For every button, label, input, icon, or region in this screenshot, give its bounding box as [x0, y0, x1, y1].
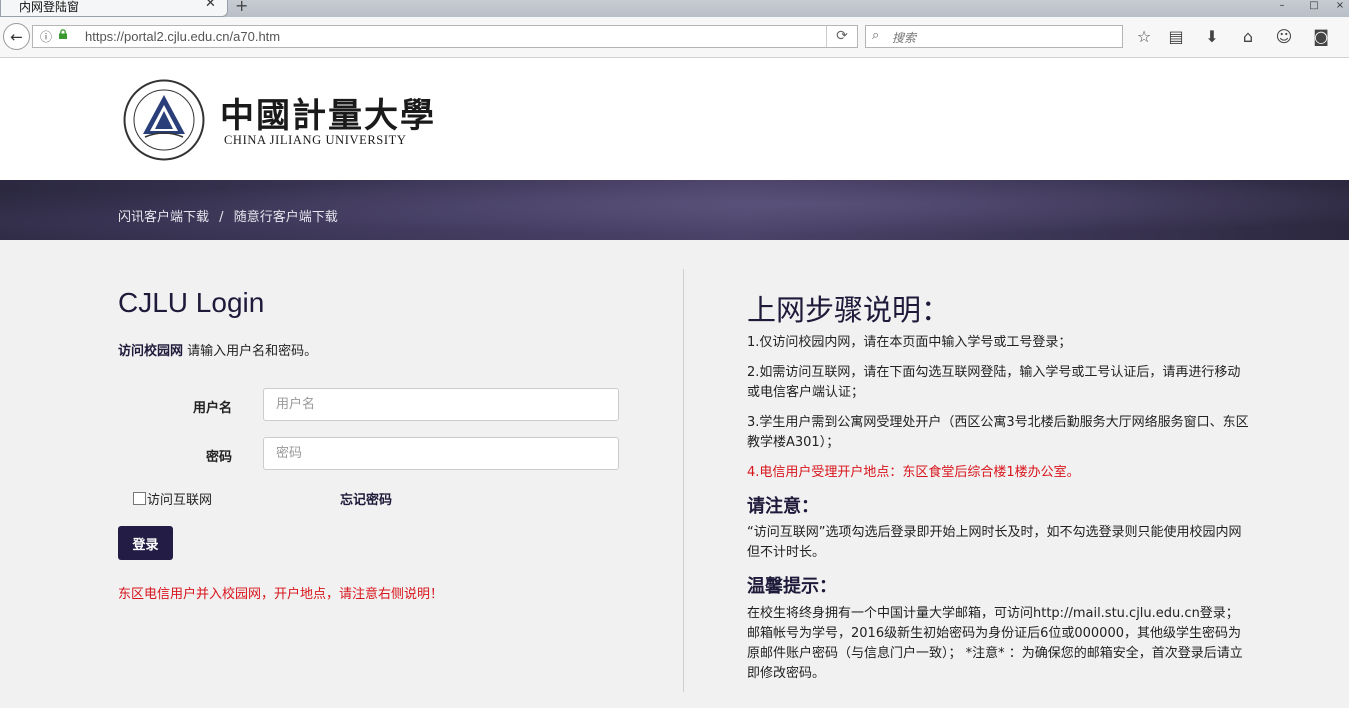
- maximize-icon[interactable]: □: [1300, 0, 1328, 11]
- browser-tabstrip: 内网登陆窗 ✕ + – □ ×: [0, 0, 1349, 17]
- browser-navbar: ← ⓘ https://portal2.cjlu.edu.cn/a70.htm …: [0, 17, 1349, 58]
- login-title: CJLU Login: [118, 287, 265, 318]
- home-icon[interactable]: ⌂: [1237, 26, 1259, 48]
- username-label: 用户名: [192, 401, 232, 416]
- notice-title: 请注意：: [747, 496, 819, 517]
- search-input[interactable]: [890, 27, 1122, 48]
- internet-checkbox-label[interactable]: 访问互联网: [147, 493, 212, 508]
- instructions-title: 上网步骤说明：: [747, 293, 951, 327]
- tab-title: 内网登陆窗: [19, 0, 80, 14]
- site-info-icon[interactable]: ⓘ: [40, 28, 52, 45]
- window-close-icon[interactable]: ×: [1326, 0, 1349, 11]
- url-bar[interactable]: ⓘ https://portal2.cjlu.edu.cn/a70.htm ⟳: [32, 25, 858, 48]
- download-banner: 闪讯客户端下载 / 随意行客户端下载: [0, 180, 1349, 240]
- login-subtitle-bold: 访问校园网: [118, 344, 184, 359]
- login-note: 东区电信用户并入校园网，开户地点，请注意右侧说明！: [118, 587, 444, 602]
- back-button[interactable]: ←: [3, 23, 30, 50]
- download-icon[interactable]: ⬇: [1201, 26, 1223, 48]
- logo-english-name: CHINA JILIANG UNIVERSITY: [224, 133, 407, 147]
- step-1: 1.仅访问校园内网，请在本页面中输入学号或工号登录；: [747, 335, 1072, 350]
- login-subtitle-text: 请输入用户名和密码。: [183, 344, 318, 359]
- chat-icon[interactable]: ☺: [1273, 26, 1295, 48]
- pocket-icon[interactable]: ◙: [1310, 26, 1332, 48]
- column-divider: [683, 269, 684, 692]
- logo-chinese-name: 中國計量大學: [220, 96, 436, 136]
- internet-checkbox[interactable]: [133, 492, 146, 505]
- search-icon: ⌕: [872, 28, 880, 43]
- banner-separator: /: [219, 210, 224, 225]
- browser-tab[interactable]: 内网登陆窗 ✕: [0, 0, 228, 17]
- url-text: https://portal2.cjlu.edu.cn/a70.htm: [85, 29, 281, 44]
- bookmark-star-icon[interactable]: ☆: [1133, 26, 1155, 48]
- tips-title: 温馨提示：: [747, 576, 837, 597]
- suiyixing-client-download-link[interactable]: 随意行客户端下载: [234, 210, 338, 225]
- forgot-password-link[interactable]: 忘记密码: [340, 489, 392, 508]
- username-input[interactable]: [263, 388, 619, 421]
- minimize-icon[interactable]: –: [1268, 0, 1296, 11]
- login-button[interactable]: 登录: [118, 526, 173, 560]
- search-bar[interactable]: ⌕: [865, 25, 1123, 48]
- close-tab-icon[interactable]: ✕: [205, 0, 216, 11]
- site-header: 中國計量大學 CHINA JILIANG UNIVERSITY: [0, 58, 1349, 180]
- lock-icon: [59, 29, 67, 39]
- banner-links: 闪讯客户端下载 / 随意行客户端下载: [118, 206, 338, 225]
- reading-list-icon[interactable]: ▤: [1165, 26, 1187, 48]
- internet-checkbox-row: 访问互联网: [133, 489, 212, 508]
- step-2: 2.如需访问互联网，请在下面勾选互联网登陆，输入学号或工号认证后，请再进行移动或…: [747, 365, 1241, 400]
- back-arrow-icon: ←: [10, 27, 23, 46]
- new-tab-icon[interactable]: +: [235, 0, 248, 15]
- password-label: 密码: [205, 450, 232, 465]
- password-input[interactable]: [263, 437, 619, 470]
- step-3: 3.学生用户需到公寓网受理处开户（西区公寓3号北楼后勤服务大厅网络服务窗口、东区…: [747, 415, 1249, 450]
- login-subtitle: 访问校园网 请输入用户名和密码。: [118, 340, 317, 359]
- notice-text: “访问互联网”选项勾选后登录即开始上网时长及时，如不勾选登录则只能使用校园内网但…: [747, 525, 1242, 560]
- reload-icon[interactable]: ⟳: [826, 26, 857, 47]
- tips-text: 在校生将终身拥有一个中国计量大学邮箱，可访问http://mail.stu.cj…: [747, 606, 1243, 681]
- step-4: 4.电信用户受理开户地点：东区食堂后综合楼1楼办公室。: [747, 465, 1080, 480]
- university-seal-icon: [123, 79, 205, 161]
- shanxun-client-download-link[interactable]: 闪讯客户端下载: [118, 210, 209, 225]
